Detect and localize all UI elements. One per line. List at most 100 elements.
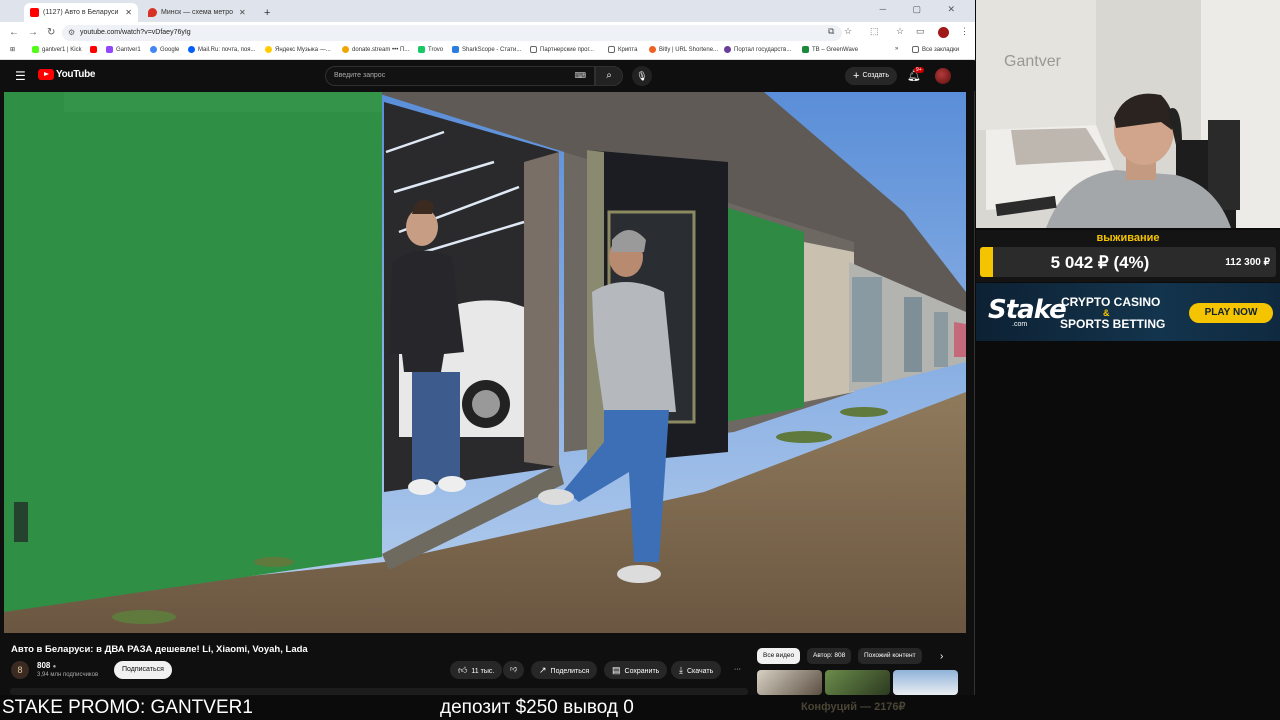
- keyboard-icon[interactable]: ⌨: [574, 67, 586, 85]
- goal-target-amount: 112 300 ₽: [1225, 257, 1270, 268]
- stream-bottom-bar: STAKE PROMO: GANTVER1 депозит $250 вывод…: [0, 696, 1280, 720]
- subscribe-button[interactable]: Подписаться: [114, 661, 172, 679]
- chip-related[interactable]: Похожий контент: [858, 648, 922, 664]
- tab-close-icon[interactable]: ✕: [239, 8, 246, 17]
- channel-avatar[interactable]: 8: [11, 661, 29, 679]
- thumbs-up-icon: 👍︎: [458, 665, 468, 675]
- more-bookmarks-icon[interactable]: »: [895, 46, 898, 52]
- goal-title: выживание: [1096, 232, 1160, 244]
- search-button[interactable]: ⌕: [595, 66, 623, 86]
- goal-progress-bar: 5 042 ₽ (4%) 112 300 ₽: [980, 247, 1276, 277]
- video-frame: [4, 92, 966, 633]
- video-player[interactable]: [4, 92, 966, 633]
- notification-badge: 9+: [914, 67, 924, 73]
- bookmark-item[interactable]: Bitly | URL Shortene...: [649, 46, 718, 53]
- share-button[interactable]: ↗ Поделиться: [531, 661, 598, 679]
- bookmark-folder[interactable]: Крипта: [608, 46, 637, 53]
- address-bar-row: ← → ↻ ⚙ youtube.com/watch?v=vDfaey76yIg …: [0, 22, 975, 43]
- tab-label: Минск — схема метро: [161, 9, 233, 16]
- chevron-right-icon[interactable]: ›: [940, 651, 943, 662]
- youtube-logo-text: YouTube: [56, 69, 96, 80]
- create-label: Создать: [862, 72, 890, 79]
- voice-search-button[interactable]: 🎙︎: [632, 66, 652, 86]
- url-text: youtube.com/watch?v=vDfaey76yIg: [80, 29, 191, 36]
- webcam-feed: Gantver: [976, 0, 1280, 228]
- save-button[interactable]: ▤ Сохранить: [604, 661, 668, 679]
- like-button[interactable]: 👍︎ 11 тыс.: [450, 661, 503, 679]
- stake-banner: Stake .com CRYPTO CASINO & SPORTS BETTIN…: [976, 283, 1280, 341]
- tab-metro-map[interactable]: Минск — схема метро ✕: [142, 3, 257, 22]
- screen: (1127) Авто в Беларуси: в ✕ Минск — схем…: [0, 0, 1280, 720]
- bookmark-item[interactable]: [90, 46, 100, 53]
- tab-close-icon[interactable]: ✕: [125, 8, 132, 17]
- subscriber-count: 3,94 млн подписчиков: [37, 672, 99, 678]
- bookmark-folder[interactable]: Партнерские прог...: [530, 46, 594, 53]
- youtube-play-icon: [38, 69, 54, 80]
- apps-icon[interactable]: ⊞: [10, 46, 15, 53]
- recommended-thumbnail[interactable]: [893, 670, 958, 695]
- reload-icon[interactable]: ↻: [47, 27, 55, 38]
- map-pin-icon: [148, 8, 157, 17]
- forward-icon[interactable]: →: [28, 27, 38, 38]
- sidebar-icon[interactable]: ▭: [916, 26, 925, 37]
- bookmark-item[interactable]: gantver1 | Kick: [32, 46, 82, 53]
- bookmark-item[interactable]: TB – GreenWave: [802, 46, 858, 53]
- bookmark-item[interactable]: Trovo: [418, 46, 443, 53]
- bookmark-item[interactable]: Google: [150, 46, 179, 53]
- dislike-button[interactable]: 👎︎: [503, 661, 525, 679]
- donation-goal-widget: выживание 5 042 ₽ (4%) 112 300 ₽: [976, 230, 1280, 282]
- account-avatar[interactable]: [935, 68, 951, 84]
- plus-icon: +: [264, 6, 271, 19]
- recommended-thumbnail[interactable]: [757, 670, 822, 695]
- promo-text: STAKE PROMO: GANTVER1: [2, 697, 253, 718]
- thumbs-down-icon: 👎︎: [510, 666, 518, 673]
- stake-headline-1: CRYPTO CASINO: [1061, 295, 1161, 309]
- extensions-icon[interactable]: ⬚: [870, 26, 879, 37]
- recommended-thumbnail[interactable]: [825, 670, 890, 695]
- share-icon: ↗: [539, 665, 547, 675]
- new-tab-button[interactable]: +: [258, 3, 276, 22]
- tab-youtube[interactable]: (1127) Авто в Беларуси: в ✕: [24, 3, 138, 22]
- bookmarks-bar: ⊞ gantver1 | Kick Gantver1 Google Mail.R…: [0, 43, 975, 60]
- search-placeholder: Введите запрос: [334, 72, 386, 79]
- hamburger-menu-icon[interactable]: ☰: [15, 69, 26, 83]
- profile-avatar[interactable]: [938, 27, 949, 38]
- bookmark-item[interactable]: SharkScope - Стати...: [452, 46, 521, 53]
- chip-author[interactable]: Автор: 808: [807, 648, 852, 664]
- tab-bar: (1127) Авто в Беларуси: в ✕ Минск — схем…: [0, 0, 975, 22]
- youtube-header: ☰ YouTube Введите запрос ⌨ ⌕ 🎙︎ + Создат…: [0, 61, 975, 91]
- stake-headline-2: SPORTS BETTING: [1060, 317, 1166, 331]
- bookmark-item[interactable]: Gantver1: [106, 46, 141, 53]
- bookmark-star-icon[interactable]: ☆: [844, 26, 852, 37]
- goal-current-amount: 5 042 ₽ (4%): [1050, 253, 1150, 272]
- all-bookmarks[interactable]: Все закладки: [912, 46, 959, 53]
- menu-dots-icon[interactable]: ⋮: [960, 26, 969, 37]
- download-button[interactable]: ⤓ Скачать: [671, 661, 722, 679]
- chip-all-videos[interactable]: Все видео: [757, 648, 801, 664]
- reading-list-icon[interactable]: ☆: [896, 26, 904, 37]
- window-controls[interactable]: ─ ▢ ✕: [880, 4, 967, 15]
- youtube-logo[interactable]: YouTube: [38, 69, 96, 80]
- more-actions-button[interactable]: ···: [729, 661, 746, 679]
- install-icon[interactable]: ⧉: [828, 26, 834, 37]
- bookmark-item[interactable]: donate.stream ••• П...: [342, 46, 409, 53]
- bookmark-item[interactable]: Яндекс Музыка —...: [265, 46, 331, 53]
- browser-window: (1127) Авто в Беларуси: в ✕ Минск — схем…: [0, 0, 975, 695]
- webcam-image: Gantver: [976, 0, 1280, 228]
- microphone-icon: 🎙︎: [636, 71, 648, 81]
- site-info-icon[interactable]: ⚙: [68, 25, 75, 41]
- channel-name[interactable]: 808 ●: [37, 661, 56, 670]
- create-button[interactable]: + Создать: [845, 67, 898, 85]
- search-input[interactable]: Введите запрос ⌨: [325, 66, 595, 86]
- plus-icon: +: [853, 70, 860, 82]
- back-icon[interactable]: ←: [9, 27, 19, 38]
- stake-logo-domain: .com: [1012, 321, 1028, 328]
- video-title: Авто в Беларуси: в ДВА РАЗА дешевле! Li,…: [11, 644, 308, 655]
- search-icon: ⌕: [606, 70, 612, 81]
- description-box[interactable]: [10, 688, 748, 695]
- url-input[interactable]: ⚙ youtube.com/watch?v=vDfaey76yIg: [62, 25, 842, 41]
- deposit-text: депозит $250 вывод 0: [440, 697, 634, 718]
- verified-icon: ●: [52, 664, 57, 670]
- bookmark-item[interactable]: Портал государств...: [724, 46, 791, 53]
- bookmark-item[interactable]: Mail.Ru: почта, поя...: [188, 46, 255, 53]
